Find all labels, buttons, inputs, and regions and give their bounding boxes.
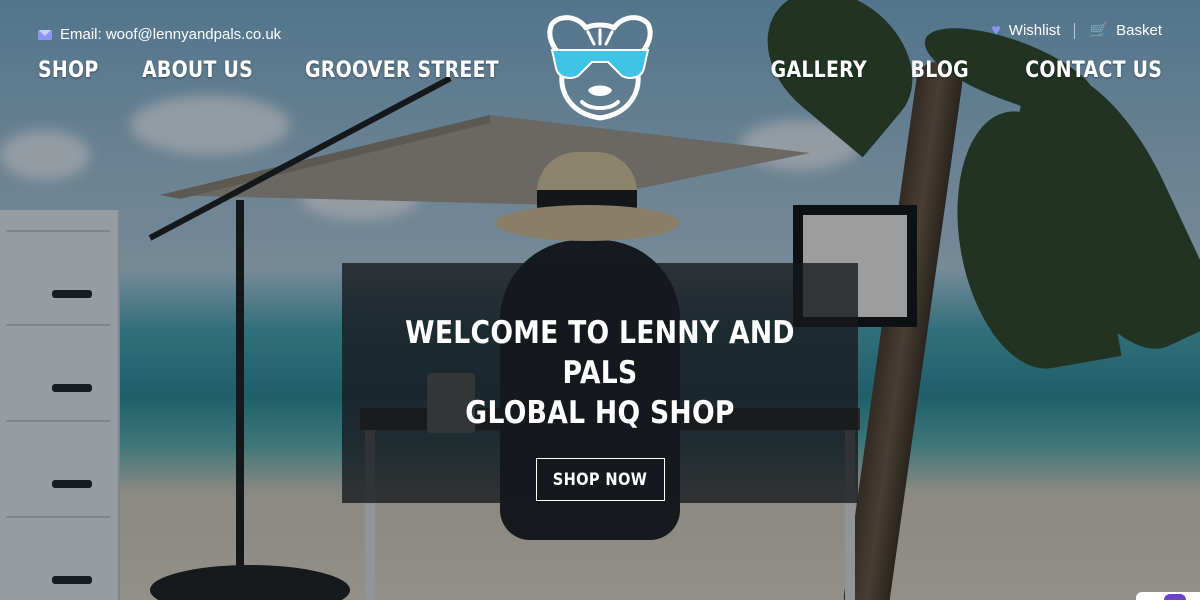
basket-label: Basket bbox=[1116, 22, 1162, 39]
utility-divider bbox=[1074, 22, 1076, 39]
nav-gallery[interactable]: GALLERY bbox=[771, 58, 867, 83]
shop-now-button[interactable]: SHOP NOW bbox=[535, 458, 665, 501]
main-nav-right: GALLERY BLOG CONTACT US bbox=[755, 58, 1162, 83]
envelope-icon bbox=[38, 29, 52, 40]
nav-blog[interactable]: BLOG bbox=[910, 58, 968, 83]
wishlist-link[interactable]: ♥ Wishlist bbox=[991, 22, 1060, 39]
basket-icon: 🛒 bbox=[1089, 22, 1109, 39]
chat-widget-tab[interactable] bbox=[1136, 592, 1200, 600]
email-text: Email: woof@lennyandpals.co.uk bbox=[60, 26, 282, 43]
heart-icon: ♥ bbox=[991, 21, 1001, 39]
main-nav-left: SHOP ABOUT US GROOVER STREET bbox=[38, 58, 531, 83]
header-utility: ♥ Wishlist 🛒 Basket bbox=[991, 22, 1162, 39]
nav-groover-street[interactable]: GROOVER STREET bbox=[305, 58, 499, 83]
nav-shop[interactable]: SHOP bbox=[38, 58, 98, 83]
hero-title-line2: GLOBAL HQ SHOP bbox=[465, 395, 735, 431]
dog-logo[interactable] bbox=[538, 12, 662, 124]
nav-about-us[interactable]: ABOUT US bbox=[142, 58, 253, 83]
hero-title: WELCOME TO LENNY AND PALS GLOBAL HQ SHOP bbox=[378, 313, 822, 433]
welcome-panel: WELCOME TO LENNY AND PALS GLOBAL HQ SHOP… bbox=[342, 263, 858, 503]
wishlist-label: Wishlist bbox=[1008, 22, 1061, 39]
header-email[interactable]: Email: woof@lennyandpals.co.uk bbox=[38, 26, 281, 43]
hero-title-line1: WELCOME TO LENNY AND PALS bbox=[405, 315, 795, 391]
shop-now-label: SHOP NOW bbox=[552, 469, 648, 490]
basket-link[interactable]: 🛒 Basket bbox=[1089, 22, 1162, 39]
nav-contact-us[interactable]: CONTACT US bbox=[1025, 58, 1162, 83]
